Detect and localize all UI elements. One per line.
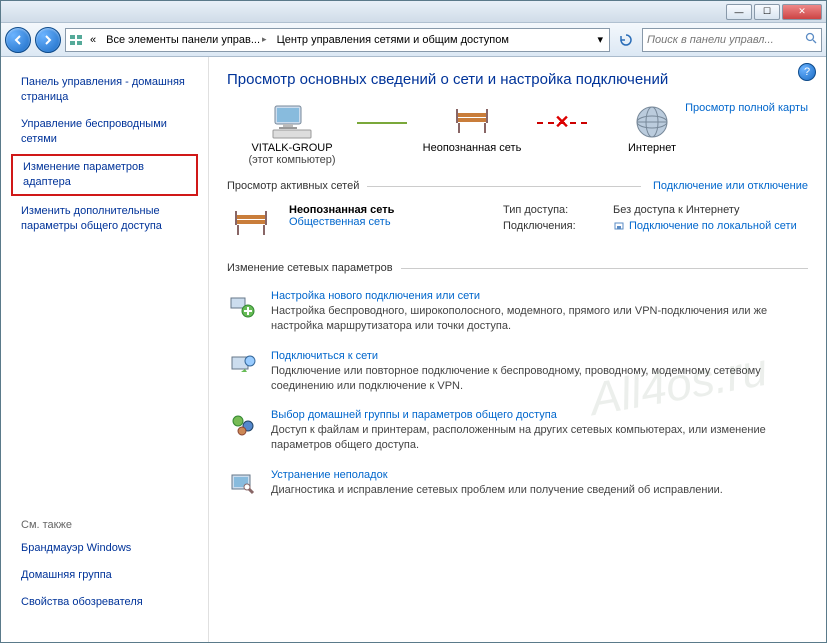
body: Панель управления - домашняя страница Уп… xyxy=(1,57,826,642)
arrow-left-icon xyxy=(12,34,24,46)
task-troubleshoot[interactable]: Устранение неполадок Диагностика и испра… xyxy=(227,461,808,509)
sidebar-footer-firewall[interactable]: Брандмауэр Windows xyxy=(1,535,208,562)
homegroup-icon xyxy=(227,409,259,441)
map-node-label: Неопознанная сеть xyxy=(423,142,522,154)
map-connection-1 xyxy=(357,102,407,142)
task-description: Настройка беспроводного, широкополосного… xyxy=(271,304,808,334)
sidebar: Панель управления - домашняя страница Уп… xyxy=(1,57,209,642)
map-node-label: VITALK-GROUP xyxy=(251,142,332,154)
sidebar-footer-homegroup[interactable]: Домашняя группа xyxy=(1,562,208,589)
sidebar-footer-browser[interactable]: Свойства обозревателя xyxy=(1,589,208,616)
help-button[interactable]: ? xyxy=(798,63,816,81)
active-network-item: Неопознанная сеть Общественная сеть Тип … xyxy=(227,200,808,248)
maximize-button[interactable]: ☐ xyxy=(754,4,780,20)
task-title[interactable]: Выбор домашней группы и параметров общег… xyxy=(271,409,808,421)
connections-label: Подключения: xyxy=(503,220,613,235)
access-type-label: Тип доступа: xyxy=(503,204,613,216)
network-name: Неопознанная сеть xyxy=(289,204,394,216)
task-homegroup[interactable]: Выбор домашней группы и параметров общег… xyxy=(227,401,808,461)
connection-link[interactable]: Подключение по локальной сети xyxy=(613,220,797,232)
sidebar-item-wireless[interactable]: Управление беспроводными сетями xyxy=(1,111,208,153)
sidebar-item-home[interactable]: Панель управления - домашняя страница xyxy=(1,69,208,111)
forward-button[interactable] xyxy=(35,27,61,53)
back-button[interactable] xyxy=(5,27,31,53)
map-node-network[interactable]: Неопознанная сеть xyxy=(407,102,537,154)
chevron-right-icon: ▸ xyxy=(262,34,267,45)
connect-disconnect-link[interactable]: Подключение или отключение xyxy=(653,180,808,192)
network-params-header: Изменение сетевых параметров xyxy=(227,262,808,274)
address-bar[interactable]: « Все элементы панели управ...▸ Центр уп… xyxy=(65,28,610,52)
refresh-button[interactable] xyxy=(614,28,638,52)
close-button[interactable]: ✕ xyxy=(782,4,822,20)
network-center-icon xyxy=(68,32,84,48)
arrow-right-icon xyxy=(42,34,54,46)
sidebar-item-sharing[interactable]: Изменить дополнительные параметры общего… xyxy=(1,198,208,240)
content-pane: ? Просмотр основных сведений о сети и на… xyxy=(209,57,826,642)
page-title: Просмотр основных сведений о сети и наст… xyxy=(227,71,808,88)
troubleshoot-icon xyxy=(227,469,259,501)
network-properties: Тип доступа: Без доступа к Интернету Под… xyxy=(503,204,808,235)
titlebar: — ☐ ✕ xyxy=(1,1,826,23)
task-description: Доступ к файлам и принтерам, расположенн… xyxy=(271,423,808,453)
task-title[interactable]: Настройка нового подключения или сети xyxy=(271,290,808,302)
see-also-heading: См. также xyxy=(1,515,208,535)
ethernet-icon xyxy=(613,220,625,232)
address-dropdown[interactable]: ▾ xyxy=(593,33,607,46)
connect-icon xyxy=(227,350,259,382)
task-description: Подключение или повторное подключение к … xyxy=(271,364,808,394)
map-node-computer[interactable]: VITALK-GROUP (этот компьютер) xyxy=(227,102,357,166)
network-map: Просмотр полной карты VITALK-GROUP (этот… xyxy=(227,102,808,166)
navigation-bar: « Все элементы панели управ...▸ Центр уп… xyxy=(1,23,826,57)
task-connect-network[interactable]: Подключиться к сети Подключение или повт… xyxy=(227,342,808,402)
breadcrumb-segment-2[interactable]: Центр управления сетями и общим доступом xyxy=(273,29,513,51)
map-connection-2-broken: ✕ xyxy=(537,102,587,142)
bench-icon xyxy=(227,204,275,244)
network-type[interactable]: Общественная сеть xyxy=(289,216,489,228)
map-node-label: Интернет xyxy=(628,142,676,154)
breadcrumb-prefix[interactable]: « xyxy=(86,29,100,51)
minimize-button[interactable]: — xyxy=(726,4,752,20)
bench-icon xyxy=(450,102,494,142)
breadcrumb-segment-1[interactable]: Все элементы панели управ...▸ xyxy=(102,29,270,51)
search-box[interactable] xyxy=(642,28,822,52)
search-icon xyxy=(805,32,817,47)
globe-icon xyxy=(630,102,674,142)
task-new-connection[interactable]: Настройка нового подключения или сети На… xyxy=(227,282,808,342)
x-icon: ✕ xyxy=(554,112,569,133)
sidebar-footer: См. также Брандмауэр Windows Домашняя гр… xyxy=(1,507,208,630)
search-input[interactable] xyxy=(647,34,805,46)
map-node-sublabel: (этот компьютер) xyxy=(248,154,335,166)
task-description: Диагностика и исправление сетевых пробле… xyxy=(271,483,723,498)
sidebar-item-adapter-settings[interactable]: Изменение параметров адаптера xyxy=(11,154,198,196)
task-title[interactable]: Подключиться к сети xyxy=(271,350,808,362)
full-map-link[interactable]: Просмотр полной карты xyxy=(685,102,808,114)
active-networks-header: Просмотр активных сетей Подключение или … xyxy=(227,180,808,192)
access-type-value: Без доступа к Интернету xyxy=(613,204,808,216)
refresh-icon xyxy=(618,32,634,48)
computer-icon xyxy=(270,102,314,142)
task-title[interactable]: Устранение неполадок xyxy=(271,469,723,481)
network-info: Неопознанная сеть Общественная сеть xyxy=(289,204,489,228)
new-connection-icon xyxy=(227,290,259,322)
window: — ☐ ✕ « Все элементы панели управ...▸ Це… xyxy=(0,0,827,643)
